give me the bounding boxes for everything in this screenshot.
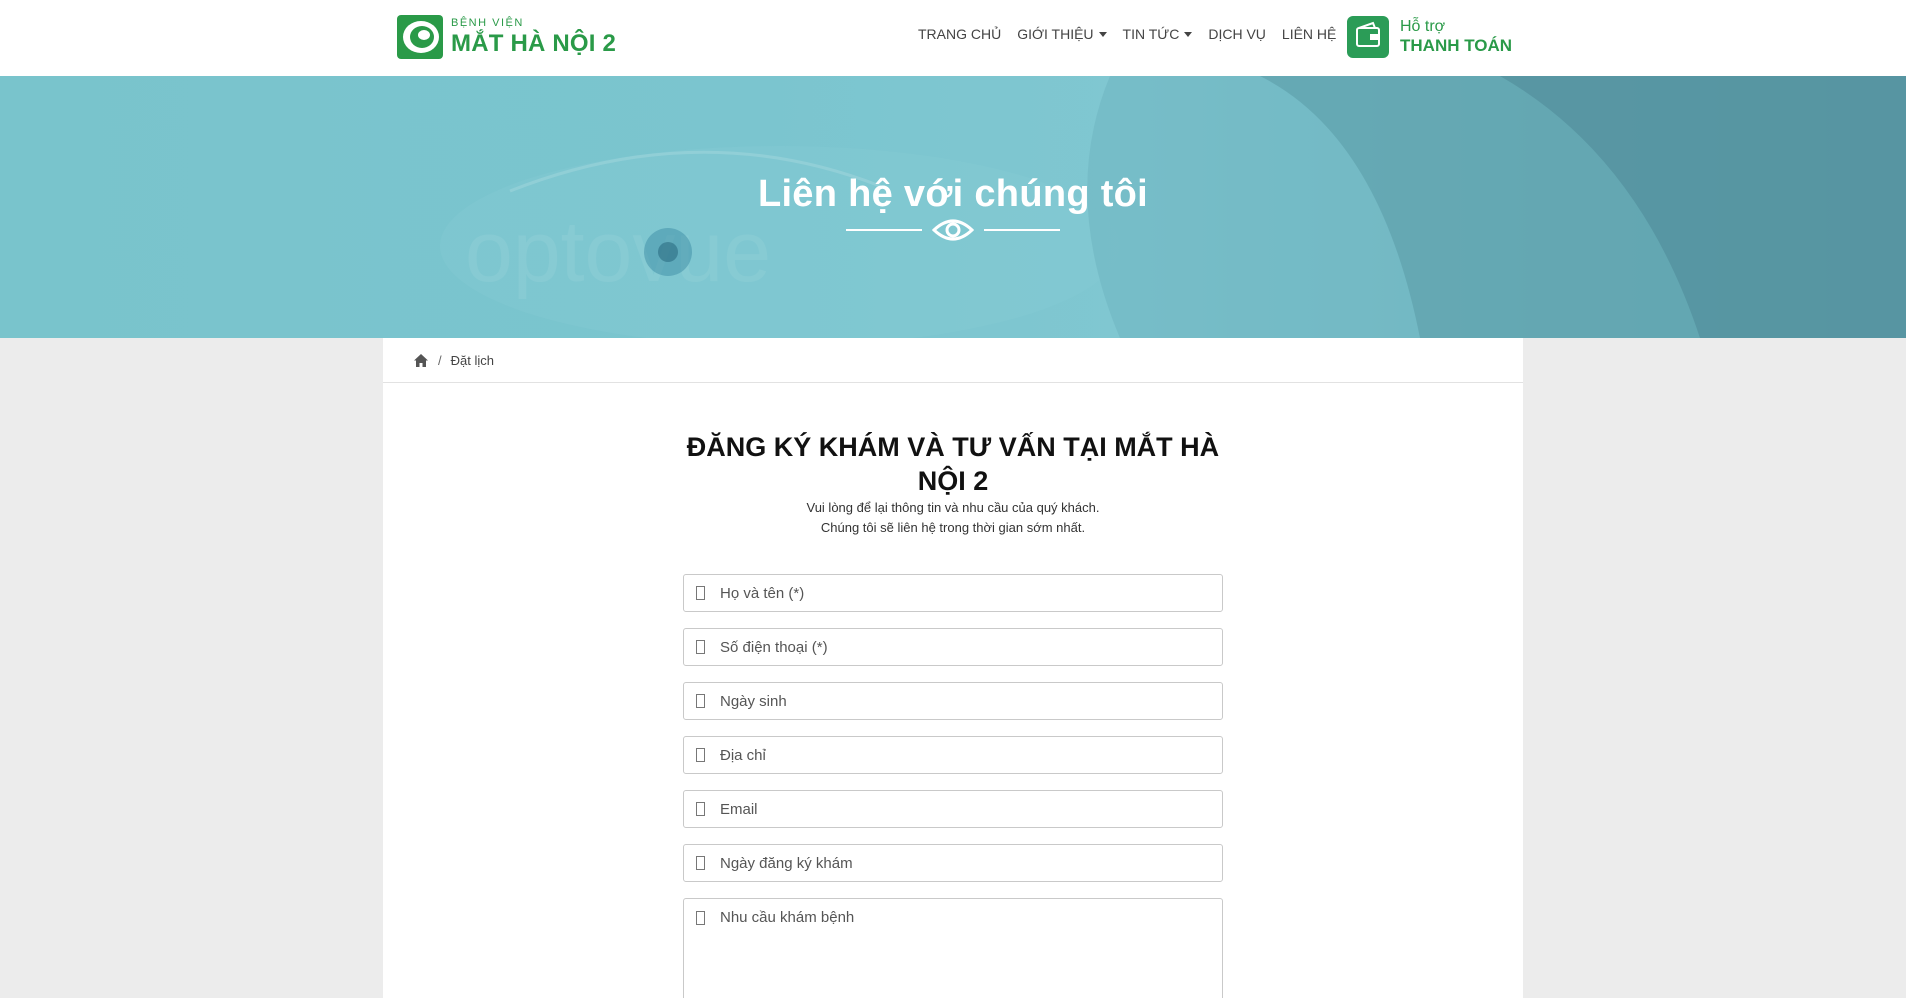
nav-label: LIÊN HỆ <box>1281 26 1337 42</box>
form-title-text: ĐĂNG KÝ KHÁM VÀ TƯ VẤN TẠI MẮT HÀ NỘI 2 <box>686 432 1220 496</box>
needs-field <box>683 898 1223 998</box>
nav-item-services[interactable]: DỊCH VỤ <box>1208 26 1266 42</box>
logo-line2: MẮT HÀ NỘI 2 <box>451 30 617 57</box>
chevron-down-icon <box>1098 31 1107 37</box>
birthday-input[interactable] <box>720 692 1200 710</box>
nav-label: GIỚI THIỆU <box>1017 26 1094 42</box>
calendar-icon <box>696 694 705 708</box>
chevron-down-icon <box>1184 31 1193 37</box>
breadcrumb-separator: / <box>438 352 442 368</box>
nav-item-about[interactable]: GIỚI THIỆU <box>1017 26 1107 42</box>
exam-date-field <box>683 844 1223 882</box>
nav-item-news[interactable]: TIN TỨC <box>1123 26 1193 42</box>
note-icon <box>696 911 705 925</box>
name-field <box>683 574 1223 612</box>
email-input[interactable] <box>720 800 1200 818</box>
hospital-logo[interactable]: BỆNH VIỆN MẮT HÀ NỘI 2 <box>397 14 616 60</box>
needs-textarea[interactable] <box>720 909 1200 998</box>
nav-item-home[interactable]: TRANG CHỦ <box>918 26 1001 42</box>
phone-icon <box>696 640 705 654</box>
birthday-field <box>683 682 1223 720</box>
banner-divider <box>846 213 1060 247</box>
eye-icon <box>932 219 974 241</box>
payment-label-line1: Hỗ trợ <box>1400 18 1446 36</box>
email-field <box>683 790 1223 828</box>
breadcrumb-current: Đặt lịch <box>450 352 494 368</box>
site-header: BỆNH VIỆN MẮT HÀ NỘI 2 TRANG CHỦ GIỚI TH… <box>0 0 1906 76</box>
main-nav: TRANG CHỦ GIỚI THIỆU TIN TỨC DỊCH VỤ LIÊ… <box>918 26 1352 42</box>
logo-eye-icon <box>397 15 443 59</box>
location-icon <box>696 748 705 762</box>
address-field <box>683 736 1223 774</box>
form-title: ĐĂNG KÝ KHÁM VÀ TƯ VẤN TẠI MẮT HÀ NỘI 2 <box>383 430 1523 498</box>
breadcrumb: / Đặt lịch <box>383 338 1523 383</box>
name-input[interactable] <box>720 584 1200 602</box>
form-subtitle: Vui lòng để lại thông tin và nhu cầu của… <box>383 498 1523 538</box>
form-subtitle-line2: Chúng tôi sẽ liên hệ trong thời gian sớm… <box>820 520 1086 535</box>
home-icon[interactable] <box>413 353 429 368</box>
phone-field <box>683 628 1223 666</box>
nav-label: DỊCH VỤ <box>1208 26 1266 42</box>
page-banner: optovue Liên hệ với chúng tôi <box>0 76 1906 338</box>
logo-line1: BỆNH VIỆN <box>451 17 524 29</box>
nav-item-contact[interactable]: LIÊN HỆ <box>1282 26 1336 42</box>
content-panel: / Đặt lịch ĐĂNG KÝ KHÁM VÀ TƯ VẤN TẠI MẮ… <box>383 338 1523 998</box>
payment-label-line2: THANH TOÁN <box>1400 36 1513 56</box>
mail-icon <box>696 802 705 816</box>
nav-label: TIN TỨC <box>1122 26 1180 42</box>
nav-label: TRANG CHỦ <box>918 26 1002 42</box>
phone-input[interactable] <box>720 638 1200 656</box>
address-input[interactable] <box>720 746 1200 764</box>
exam-date-input[interactable] <box>720 854 1200 872</box>
banner-title: Liên hệ với chúng tôi <box>757 173 1149 215</box>
form-subtitle-line1: Vui lòng để lại thông tin và nhu cầu của… <box>806 500 1100 515</box>
calendar-icon <box>696 856 705 870</box>
svg-text:optovue: optovue <box>465 204 771 300</box>
payment-support-button[interactable]: Hỗ trợ THANH TOÁN <box>1347 16 1512 58</box>
wallet-icon <box>1347 16 1389 58</box>
user-icon <box>696 586 705 600</box>
